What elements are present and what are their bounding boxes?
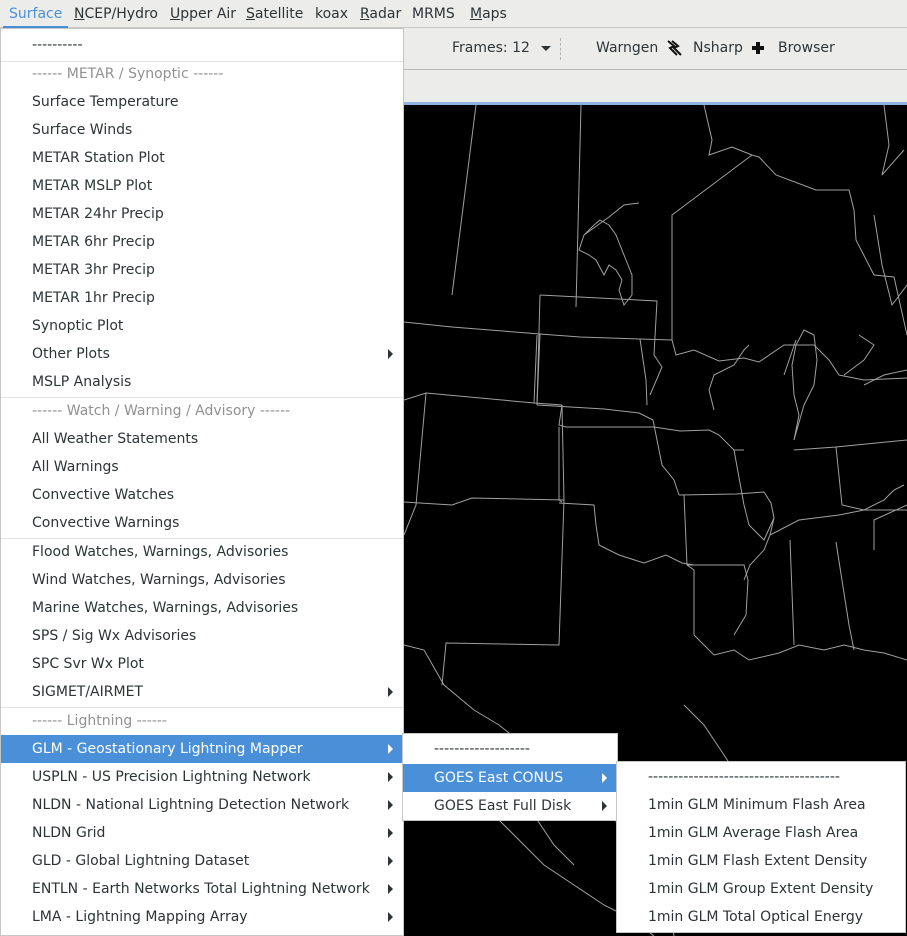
menu-item-label: USPLN - US Precision Lightning Network: [32, 769, 311, 785]
menu-item-label: NLDN - National Lightning Detection Netw…: [32, 797, 350, 813]
menu-item-wind-watches[interactable]: Wind Watches, Warnings, Advisories: [1, 566, 403, 594]
plus-icon[interactable]: [749, 39, 767, 57]
submenu-arrow-icon: [388, 349, 393, 359]
menu-item-gld[interactable]: GLD - Global Lightning Dataset: [1, 847, 403, 875]
nsharp-button[interactable]: Nsharp: [693, 28, 743, 69]
menu-item-all-warnings[interactable]: All Warnings: [1, 453, 403, 481]
menu-item-all-weather-statements[interactable]: All Weather Statements: [1, 425, 403, 453]
menu-maps[interactable]: Maps: [470, 0, 507, 28]
menu-surface[interactable]: Surface: [2, 0, 69, 28]
glm-submenu: ------------------- GOES East CONUS GOES…: [402, 733, 618, 821]
menu-item-uspln[interactable]: USPLN - US Precision Lightning Network: [1, 763, 403, 791]
menu-item-mslp-analysis[interactable]: MSLP Analysis: [1, 368, 403, 396]
dropdown-arrow-icon[interactable]: [541, 46, 551, 51]
menu-header-metar-synoptic: ------ METAR / Synoptic ------: [32, 66, 224, 82]
menu-item-glm[interactable]: GLM - Geostationary Lightning Mapper: [1, 735, 403, 763]
submenu-arrow-icon: [388, 687, 393, 697]
menu-item-glm-flash-extent-density[interactable]: 1min GLM Flash Extent Density: [617, 847, 905, 875]
tab-strip: [404, 70, 907, 102]
menu-koax[interactable]: koax: [315, 0, 348, 28]
menu-item-separator-dashes[interactable]: ----------: [1, 31, 403, 59]
toolbar: Frames: 12 Warngen Nsharp Browser: [404, 28, 907, 70]
menu-item-label: SIGMET/AIRMET: [32, 684, 143, 700]
menu-item-glm-min-flash-area[interactable]: 1min GLM Minimum Flash Area: [617, 791, 905, 819]
menu-header-watch-warning-advisory: ------ Watch / Warning / Advisory ------: [32, 403, 291, 419]
menu-item-glm-avg-flash-area[interactable]: 1min GLM Average Flash Area: [617, 819, 905, 847]
frames-dropdown[interactable]: Frames: 12: [452, 28, 530, 69]
menu-item-sps-sig-wx[interactable]: SPS / Sig Wx Advisories: [1, 622, 403, 650]
submenu-arrow-icon: [388, 912, 393, 922]
menu-item-goes-east-conus[interactable]: GOES East CONUS: [403, 764, 617, 792]
submenu-arrow-icon: [388, 856, 393, 866]
menu-item-lma[interactable]: LMA - Lightning Mapping Array: [1, 903, 403, 931]
menu-item-spc-svr-wx-plot[interactable]: SPC Svr Wx Plot: [1, 650, 403, 678]
submenu-arrow-icon: [602, 801, 607, 811]
menu-item-label: GOES East CONUS: [434, 770, 564, 786]
menu-item-goes-east-full-disk[interactable]: GOES East Full Disk: [403, 792, 617, 820]
submenu-arrow-icon: [388, 772, 393, 782]
goes-east-conus-submenu: -------------------------------------- 1…: [616, 761, 906, 933]
menu-item-nldn-grid[interactable]: NLDN Grid: [1, 819, 403, 847]
menu-item-other-plots[interactable]: Other Plots: [1, 340, 403, 368]
menu-bar: Surface NCEP/Hydro Upper Air Satellite k…: [0, 0, 907, 28]
menu-ncep-hydro[interactable]: NCEP/Hydro: [74, 0, 158, 28]
submenu-arrow-icon: [388, 800, 393, 810]
menu-satellite[interactable]: Satellite: [246, 0, 303, 28]
submenu-arrow-icon: [602, 773, 607, 783]
lightning-arrows-icon[interactable]: [665, 39, 683, 57]
toolbar-separator: [560, 38, 561, 60]
menu-mrms[interactable]: MRMS: [412, 0, 455, 28]
menu-item-surface-temperature[interactable]: Surface Temperature: [1, 88, 403, 116]
submenu-arrow-icon: [388, 884, 393, 894]
menu-header-lightning: ------ Lightning ------: [32, 713, 167, 729]
menu-item-metar-3hr-precip[interactable]: METAR 3hr Precip: [1, 256, 403, 284]
menu-item-metar-station-plot[interactable]: METAR Station Plot: [1, 144, 403, 172]
menu-item-metar-6hr-precip[interactable]: METAR 6hr Precip: [1, 228, 403, 256]
submenu-arrow-icon: [388, 828, 393, 838]
menu-item-metar-24hr-precip[interactable]: METAR 24hr Precip: [1, 200, 403, 228]
menu-item-nldn[interactable]: NLDN - National Lightning Detection Netw…: [1, 791, 403, 819]
menu-item-flood-watches[interactable]: Flood Watches, Warnings, Advisories: [1, 538, 403, 566]
menu-item-label: Other Plots: [32, 346, 110, 362]
menu-item-synoptic-plot[interactable]: Synoptic Plot: [1, 312, 403, 340]
menu-item-label: LMA - Lightning Mapping Array: [32, 909, 248, 925]
menu-item-convective-warnings[interactable]: Convective Warnings: [1, 509, 403, 537]
menu-item-label: GOES East Full Disk: [434, 798, 572, 814]
menu-item-metar-1hr-precip[interactable]: METAR 1hr Precip: [1, 284, 403, 312]
menu-item-separator-dashes[interactable]: -------------------: [403, 735, 617, 763]
warngen-button[interactable]: Warngen: [596, 28, 658, 69]
surface-menu: ---------- ------ METAR / Synoptic -----…: [0, 28, 404, 936]
menu-item-label: GLM - Geostationary Lightning Mapper: [32, 741, 303, 757]
menu-item-entln[interactable]: ENTLN - Earth Networks Total Lightning N…: [1, 875, 403, 903]
menu-item-label: ENTLN - Earth Networks Total Lightning N…: [32, 881, 370, 897]
menu-item-marine-watches[interactable]: Marine Watches, Warnings, Advisories: [1, 594, 403, 622]
menu-item-separator-dashes[interactable]: --------------------------------------: [617, 763, 905, 791]
menu-item-glm-total-optical-energy[interactable]: 1min GLM Total Optical Energy: [617, 903, 905, 931]
menu-item-label: NLDN Grid: [32, 825, 106, 841]
menu-item-label: GLD - Global Lightning Dataset: [32, 853, 250, 869]
browser-button[interactable]: Browser: [778, 28, 835, 69]
menu-radar[interactable]: Radar: [360, 0, 401, 28]
menu-item-convective-watches[interactable]: Convective Watches: [1, 481, 403, 509]
menu-item-surface-winds[interactable]: Surface Winds: [1, 116, 403, 144]
menu-item-glm-group-extent-density[interactable]: 1min GLM Group Extent Density: [617, 875, 905, 903]
submenu-arrow-icon: [388, 744, 393, 754]
menu-item-sigmet-airmet[interactable]: SIGMET/AIRMET: [1, 678, 403, 706]
menu-upper-air[interactable]: Upper Air: [170, 0, 236, 28]
menu-item-metar-mslp-plot[interactable]: METAR MSLP Plot: [1, 172, 403, 200]
